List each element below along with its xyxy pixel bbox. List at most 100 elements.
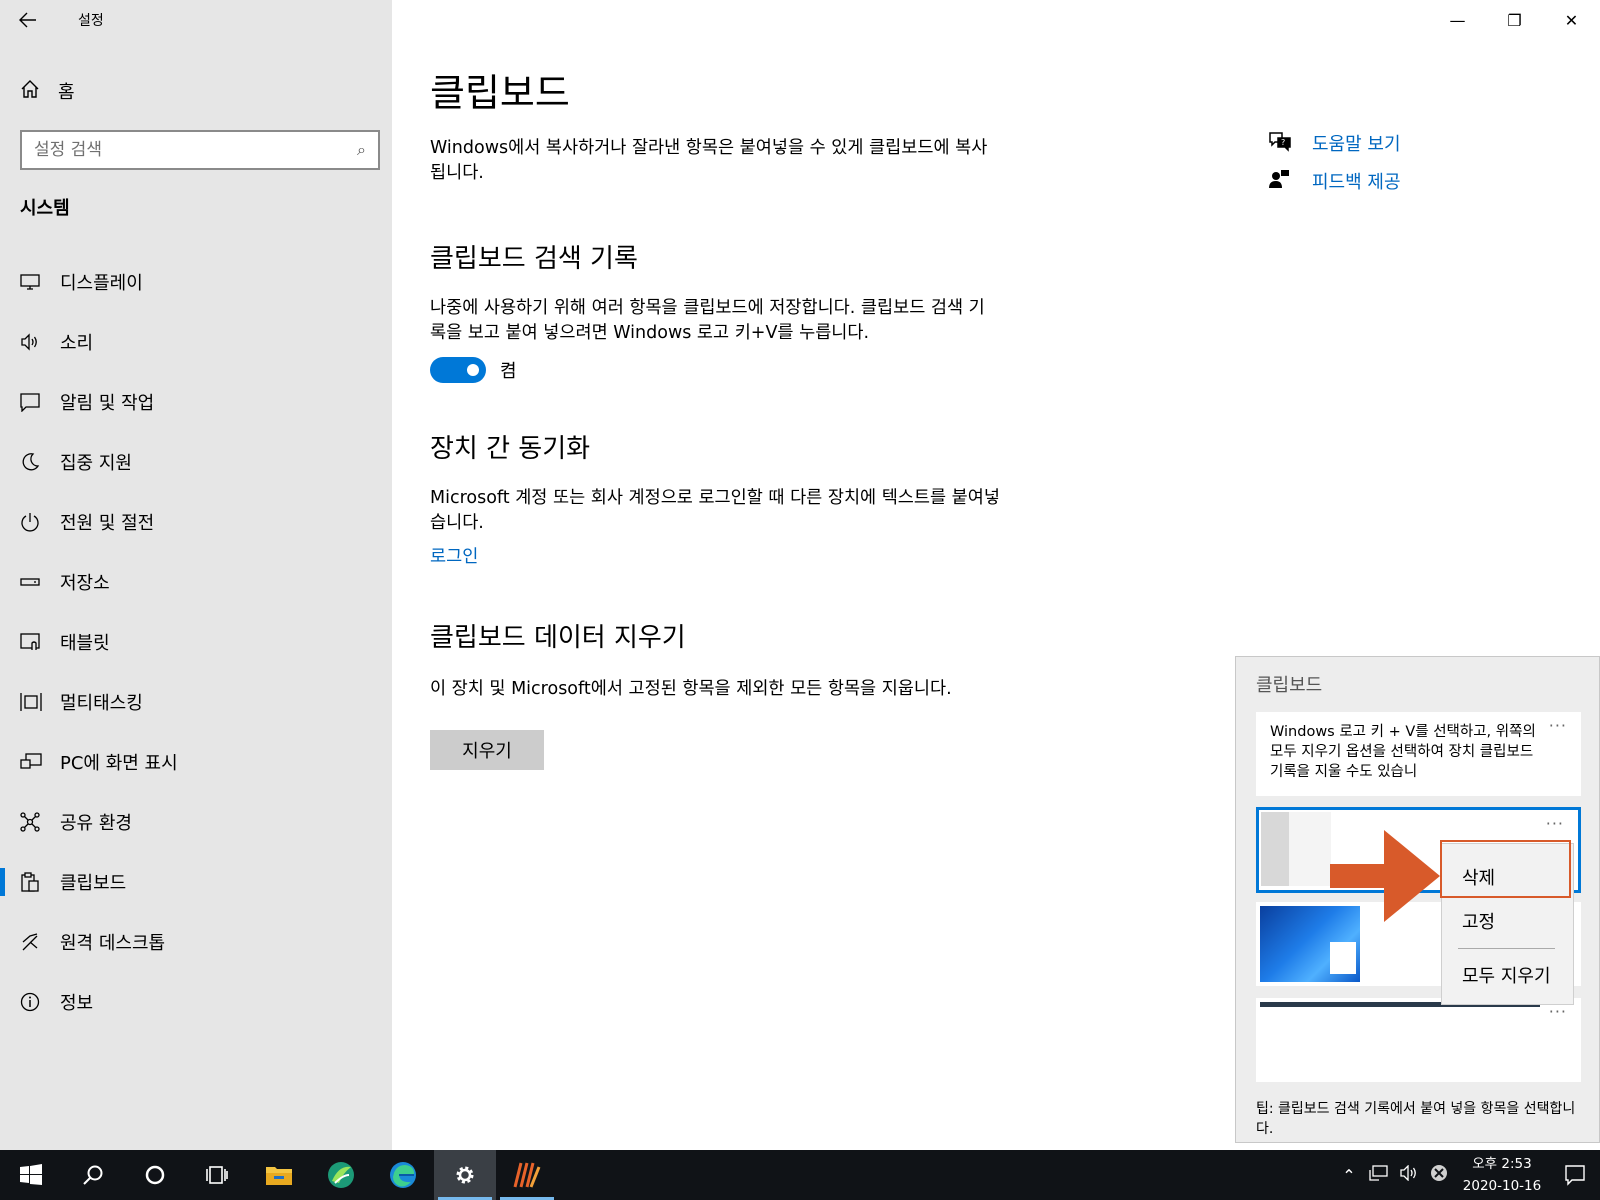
sidebar-item-focus-assist[interactable]: 집중 지원 [0, 432, 392, 492]
multitasking-icon [20, 692, 60, 712]
start-icon [20, 1164, 42, 1185]
sidebar-item-home[interactable]: 홈 [0, 70, 392, 112]
search-icon [83, 1165, 103, 1185]
give-feedback-link[interactable]: 피드백 제공 [1268, 162, 1401, 200]
share-icon [20, 812, 60, 832]
sidebar-item-label: 전원 및 절전 [60, 513, 155, 534]
search-input[interactable] [34, 140, 358, 160]
settings-taskbar-button[interactable] [434, 1150, 496, 1200]
clipboard-item-taskbar-image[interactable]: ··· [1256, 998, 1581, 1082]
volume-icon[interactable] [1394, 1164, 1424, 1185]
maximize-button[interactable]: ❐ [1486, 0, 1543, 40]
moon-icon [20, 452, 60, 472]
edge-button[interactable] [372, 1150, 434, 1200]
give-feedback-label: 피드백 제공 [1312, 172, 1401, 193]
sidebar-item-storage[interactable]: 저장소 [0, 552, 392, 612]
close-button[interactable]: ✕ [1543, 0, 1600, 40]
sidebar-item-label: 집중 지원 [60, 453, 132, 474]
chevron-up-icon[interactable]: ⌃ [1334, 1166, 1364, 1185]
svg-text:?: ? [1281, 138, 1285, 147]
sign-in-link[interactable]: 로그인 [430, 545, 478, 570]
sidebar-item-shared-experiences[interactable]: 공유 환경 [0, 792, 392, 852]
intro-text: Windows에서 복사하거나 잘라낸 항목은 붙여넣을 수 있게 클립보드에 … [430, 138, 988, 183]
history-toggle[interactable] [430, 357, 486, 383]
flyout-title: 클립보드 [1256, 675, 1323, 696]
network-icon[interactable] [1364, 1165, 1394, 1185]
edge-icon [390, 1162, 416, 1188]
sidebar-item-tablet[interactable]: 태블릿 [0, 612, 392, 672]
task-view-icon [206, 1166, 228, 1184]
app-button[interactable] [310, 1150, 372, 1200]
sidebar-item-multitasking[interactable]: 멀티태스킹 [0, 672, 392, 732]
speaker-icon [20, 333, 60, 351]
clear-button[interactable]: 지우기 [430, 730, 544, 770]
home-icon [20, 79, 58, 104]
sidebar-item-power[interactable]: 전원 및 절전 [0, 492, 392, 552]
menu-item-delete[interactable]: 삭제 [1442, 864, 1575, 890]
menu-item-pin[interactable]: 고정 [1442, 908, 1575, 934]
taskbar: ⌃ 오후 2:53 2020-10-16 [0, 1150, 1600, 1200]
page-title: 클립보드 [430, 71, 570, 115]
menu-separator [1458, 948, 1555, 949]
clipboard-context-menu: 삭제 고정 모두 지우기 [1440, 840, 1575, 1005]
message-icon [20, 392, 60, 412]
screenshot-thumbnail [1261, 812, 1331, 886]
feedback-icon [1268, 168, 1312, 195]
sidebar-item-remote-desktop[interactable]: 원격 데스크톱 [0, 912, 392, 972]
file-explorer-icon [266, 1167, 292, 1185]
sidebar-item-label: 정보 [60, 993, 94, 1014]
file-explorer-button[interactable] [248, 1150, 310, 1200]
action-center-button[interactable] [1550, 1150, 1600, 1200]
title-bar: 설정 [0, 0, 392, 40]
chat-help-icon: ? [1268, 130, 1312, 157]
info-icon [20, 992, 60, 1012]
get-help-link[interactable]: ? 도움말 보기 [1268, 124, 1401, 162]
back-button[interactable] [0, 0, 56, 40]
clipboard-item-text[interactable]: Windows 로고 키 + V를 선택하고, 위쪽의 모두 지우기 옵션을 선… [1256, 712, 1581, 796]
sidebar-item-label: PC에 화면 표시 [60, 753, 178, 774]
home-label: 홈 [58, 82, 75, 103]
more-options-icon[interactable]: ··· [1549, 716, 1567, 735]
project-icon [20, 752, 60, 772]
menu-item-clear-all[interactable]: 모두 지우기 [1442, 962, 1575, 988]
section-title: 시스템 [20, 198, 70, 219]
sidebar-item-label: 공유 환경 [60, 813, 132, 834]
sidebar-item-label: 클립보드 [60, 873, 127, 894]
minimize-button[interactable]: — [1429, 0, 1486, 40]
taskbar-search-button[interactable] [62, 1150, 124, 1200]
clipboard-icon [20, 872, 60, 892]
notification-icon [1565, 1165, 1585, 1186]
sync-heading: 장치 간 동기화 [430, 434, 591, 464]
app-icon [328, 1162, 354, 1188]
search-icon[interactable]: ⌕ [357, 140, 366, 160]
clock-time: 오후 2:53 [1472, 1156, 1532, 1172]
more-options-icon[interactable]: ··· [1546, 814, 1564, 833]
power-icon [20, 512, 60, 532]
flyout-tip: 팁: 클립보드 검색 기록에서 붙여 넣을 항목을 선택합니다. [1256, 1101, 1576, 1137]
sidebar-item-label: 원격 데스크톱 [60, 933, 166, 954]
sidebar-item-sound[interactable]: 소리 [0, 312, 392, 372]
taskbar-clock[interactable]: 오후 2:53 2020-10-16 [1454, 1153, 1550, 1197]
sidebar-item-notifications[interactable]: 알림 및 작업 [0, 372, 392, 432]
window-title: 설정 [78, 13, 104, 29]
sidebar-item-label: 소리 [60, 333, 94, 354]
clipboard-item-content: Windows 로고 키 + V를 선택하고, 위쪽의 모두 지우기 옵션을 선… [1270, 724, 1536, 780]
task-view-button[interactable] [186, 1150, 248, 1200]
start-button[interactable] [0, 1150, 62, 1200]
display-icon [20, 273, 60, 291]
media-app-button[interactable] [496, 1150, 558, 1200]
sidebar-nav: 디스플레이 소리 알림 및 작업 집중 지원 전원 및 절전 저장소 태블릿 멀… [0, 252, 392, 1032]
sidebar-item-about[interactable]: 정보 [0, 972, 392, 1032]
app-tray-icon[interactable] [1424, 1164, 1454, 1186]
system-tray: ⌃ 오후 2:53 2020-10-16 [1334, 1150, 1600, 1200]
cortana-button[interactable] [124, 1150, 186, 1200]
sidebar-item-clipboard[interactable]: 클립보드 [0, 852, 392, 912]
sidebar-item-display[interactable]: 디스플레이 [0, 252, 392, 312]
settings-icon [456, 1166, 474, 1184]
sidebar-item-project[interactable]: PC에 화면 표시 [0, 732, 392, 792]
settings-search[interactable]: ⌕ [20, 130, 380, 170]
history-toggle-state: 켬 [500, 361, 517, 382]
sidebar-item-label: 태블릿 [60, 633, 110, 654]
history-description: 나중에 사용하기 위해 여러 항목을 클립보드에 저장합니다. 클립보드 검색 … [430, 298, 985, 343]
tablet-icon [20, 632, 60, 652]
